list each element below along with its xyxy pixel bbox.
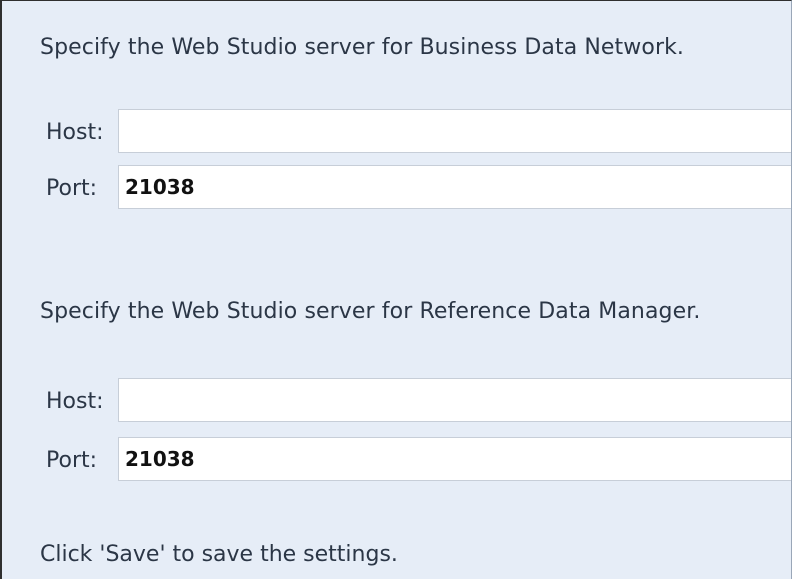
rdm-section-heading: Specify the Web Studio server for Refere…: [40, 299, 701, 324]
save-instruction-text: Click 'Save' to save the settings.: [40, 542, 398, 567]
bdn-port-input[interactable]: [118, 165, 791, 209]
rdm-port-row: Port:: [46, 437, 791, 483]
bdn-host-label: Host:: [46, 120, 104, 145]
bdn-port-row: Port:: [46, 165, 791, 211]
rdm-host-input[interactable]: [118, 378, 791, 422]
bdn-host-row: Host:: [46, 109, 791, 155]
bdn-port-label: Port:: [46, 176, 98, 201]
settings-panel: Specify the Web Studio server for Busine…: [0, 0, 792, 579]
rdm-port-input[interactable]: [118, 437, 791, 481]
bdn-host-input[interactable]: [118, 109, 791, 153]
rdm-host-label: Host:: [46, 389, 104, 414]
rdm-host-row: Host:: [46, 378, 791, 424]
bdn-section-heading: Specify the Web Studio server for Busine…: [40, 35, 685, 60]
rdm-port-label: Port:: [46, 448, 98, 473]
